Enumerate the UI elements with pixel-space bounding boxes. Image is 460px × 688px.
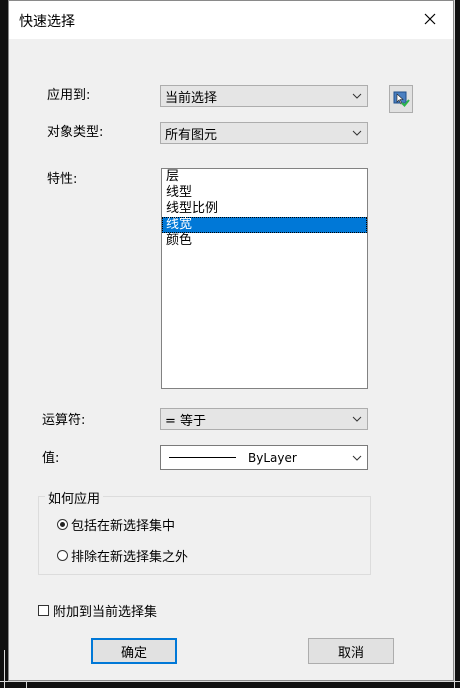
- apply-to-label: 应用到:: [47, 88, 91, 103]
- value-dropdown[interactable]: ByLayer: [160, 445, 368, 470]
- canvas-line: [0, 681, 460, 682]
- include-label: 包括在新选择集中: [71, 519, 176, 534]
- include-radio[interactable]: 包括在新选择集中: [57, 515, 175, 534]
- properties-label: 特性:: [47, 172, 78, 187]
- list-item[interactable]: 线宽: [162, 217, 367, 233]
- how-to-apply-title: 如何应用: [45, 488, 104, 507]
- value-field: ByLayer: [165, 451, 347, 465]
- title-bar[interactable]: 快速选择: [9, 1, 453, 39]
- append-label: 附加到当前选择集: [53, 605, 158, 620]
- checkbox-icon: [38, 605, 49, 616]
- append-checkbox[interactable]: 附加到当前选择集: [38, 601, 157, 620]
- chevron-down-icon: [347, 130, 367, 136]
- operator-value: = 等于: [165, 413, 207, 429]
- radio-selected-icon: [57, 519, 68, 530]
- exclude-radio[interactable]: 排除在新选择集之外: [57, 546, 188, 565]
- ok-label: 确定: [120, 645, 147, 661]
- object-type-label: 对象类型:: [47, 125, 104, 140]
- ok-button[interactable]: 确定: [91, 638, 177, 664]
- apply-to-value: 当前选择: [165, 90, 218, 106]
- object-type-value: 所有图元: [165, 127, 218, 143]
- exclude-label: 排除在新选择集之外: [71, 550, 189, 565]
- list-item[interactable]: 线型: [162, 185, 367, 201]
- properties-listbox[interactable]: 层 线型 线型比例 线宽 颜色: [161, 168, 368, 389]
- close-icon: [424, 13, 436, 25]
- list-item[interactable]: 线型比例: [162, 201, 367, 217]
- cancel-label: 取消: [337, 645, 364, 661]
- cancel-button[interactable]: 取消: [308, 638, 394, 664]
- operator-dropdown[interactable]: = 等于: [160, 408, 368, 430]
- value-text: ByLayer: [248, 450, 297, 465]
- object-type-dropdown[interactable]: 所有图元: [160, 122, 368, 144]
- value-label: 值:: [42, 451, 60, 466]
- apply-to-dropdown[interactable]: 当前选择: [160, 85, 368, 107]
- radio-empty-icon: [57, 550, 68, 561]
- quick-select-dialog: 快速选择 应用到: 当前选择 对象类型: 所有图元 特性: 层 线型 线型比例: [8, 0, 454, 681]
- list-item[interactable]: 层: [162, 169, 367, 185]
- chevron-down-icon: [347, 93, 367, 99]
- chevron-down-icon: [347, 455, 367, 461]
- lineweight-sample-icon: [169, 457, 236, 458]
- canvas-line: [454, 0, 455, 688]
- close-button[interactable]: [407, 1, 453, 37]
- canvas-line: [4, 650, 5, 688]
- select-objects-button[interactable]: [389, 85, 413, 113]
- dialog-title: 快速选择: [19, 14, 75, 30]
- operator-label: 运算符:: [42, 413, 86, 428]
- select-objects-icon: [393, 91, 410, 107]
- list-item[interactable]: 颜色: [162, 233, 367, 249]
- chevron-down-icon: [347, 416, 367, 422]
